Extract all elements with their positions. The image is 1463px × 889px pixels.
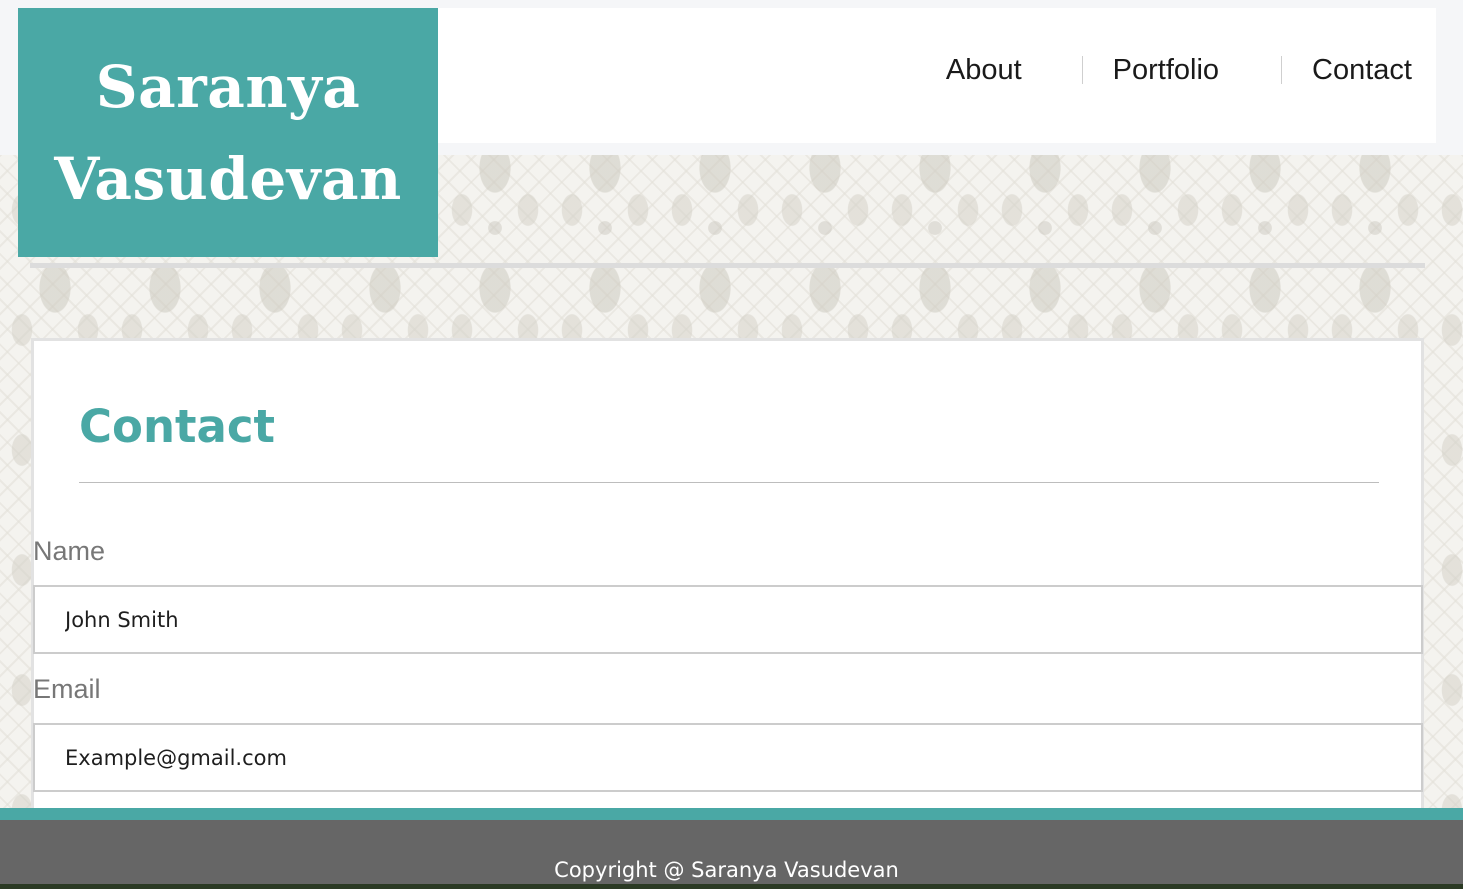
email-label: Email: [33, 674, 101, 704]
navigation-bar: About Portfolio Contact: [438, 8, 1436, 143]
footer-bottom-edge: [0, 884, 1463, 889]
logo-last-name: Vasudevan: [54, 144, 402, 213]
header-divider: [30, 263, 1425, 268]
title-divider: [79, 482, 1379, 483]
footer: Copyright @ Saranya Vasudevan: [0, 820, 1463, 889]
logo-first-name: Saranya: [95, 52, 361, 121]
nav-separator: [1281, 56, 1283, 84]
name-label: Name: [33, 536, 106, 566]
copyright-text: Copyright @ Saranya Vasudevan: [554, 858, 899, 882]
site-logo[interactable]: Saranya Vasudevan: [18, 8, 438, 257]
footer-accent-bar: [0, 808, 1463, 820]
nav-separator: [1081, 56, 1083, 84]
nav-list: About Portfolio Contact: [946, 52, 1412, 88]
nav-link-portfolio[interactable]: Portfolio: [1113, 52, 1219, 88]
nav-link-about[interactable]: About: [946, 52, 1022, 88]
contact-card: Contact Name Email: [31, 338, 1424, 818]
email-field[interactable]: [33, 723, 1423, 792]
nav-link-contact[interactable]: Contact: [1312, 52, 1412, 88]
page-title: Contact: [79, 400, 276, 453]
name-field[interactable]: [33, 585, 1423, 654]
